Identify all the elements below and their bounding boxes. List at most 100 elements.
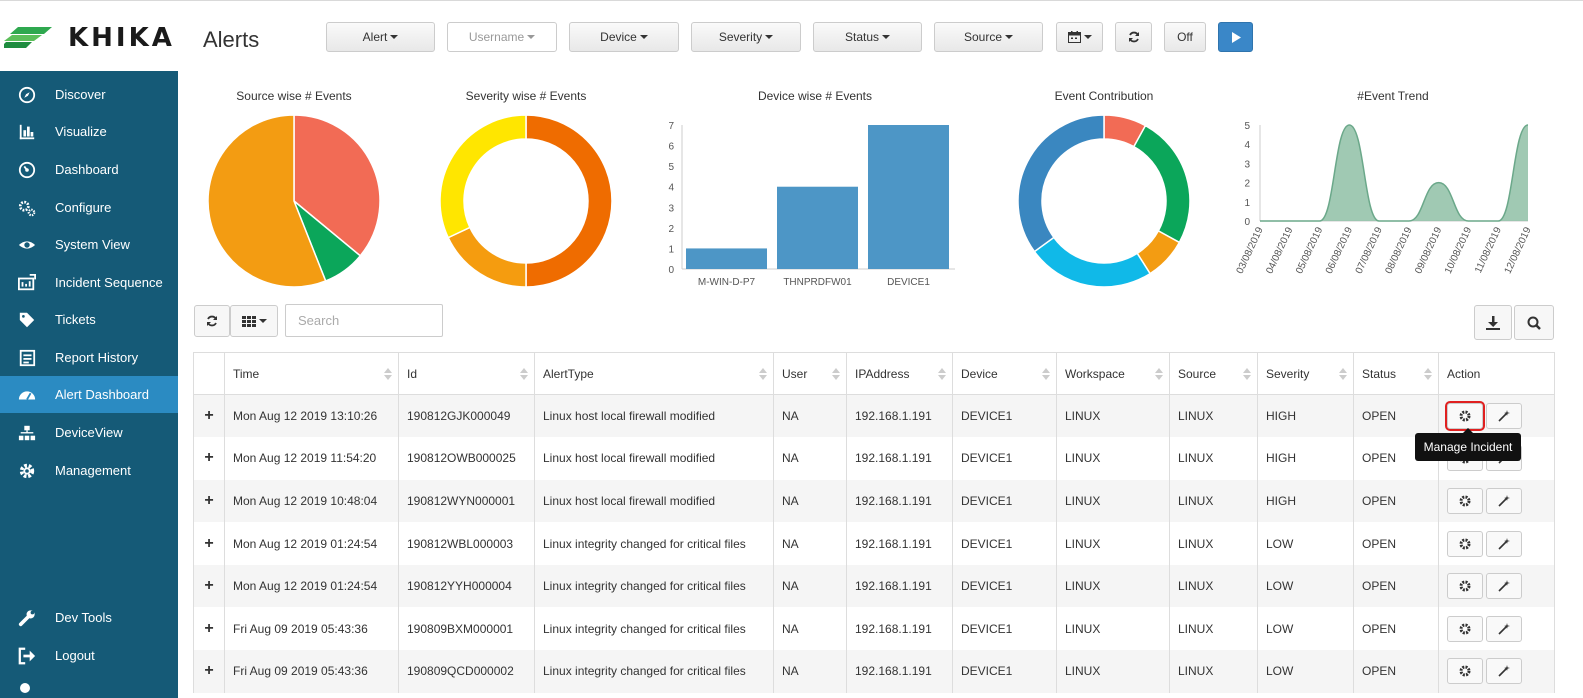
- pie-slice[interactable]: [1017, 114, 1105, 253]
- table-cell: DEVICE1: [952, 479, 1057, 523]
- col-label: Device: [961, 366, 998, 381]
- filter-username[interactable]: Username: [447, 22, 557, 52]
- sidebar-item-alert-dashboard[interactable]: Alert Dashboard: [0, 376, 178, 413]
- auto-refresh-toggle[interactable]: Off: [1164, 22, 1206, 52]
- download-button[interactable]: [1474, 305, 1512, 340]
- sidebar-item-dev-tools[interactable]: Dev Tools: [0, 599, 178, 636]
- table-cell: LINUX: [1169, 479, 1258, 523]
- columns-toggle-button[interactable]: [230, 305, 278, 337]
- sidebar-item-configure[interactable]: Configure: [0, 189, 178, 226]
- col-alerttype[interactable]: AlertType: [534, 352, 774, 395]
- sort-icon: [1339, 368, 1347, 380]
- refresh-button[interactable]: [1115, 22, 1152, 52]
- filter-status[interactable]: Status: [813, 22, 922, 52]
- y-tick-label: 0: [668, 265, 674, 276]
- edit-alert-button[interactable]: [1486, 530, 1523, 557]
- manage-incident-button[interactable]: [1447, 487, 1483, 514]
- col-label: Source: [1178, 366, 1217, 381]
- col-ipaddress[interactable]: IPAddress: [846, 352, 953, 395]
- pie-slice[interactable]: [447, 226, 527, 288]
- expand-row-icon[interactable]: +: [193, 394, 225, 438]
- edit-alert-button[interactable]: [1486, 573, 1523, 600]
- sidebar-item-incident-sequence[interactable]: Incident Sequence: [0, 264, 178, 301]
- chart-title-source: Source wise # Events: [236, 89, 352, 103]
- manage-incident-button[interactable]: [1447, 530, 1483, 557]
- filter-label: Device: [600, 30, 637, 44]
- dashboard-icon: [17, 385, 37, 405]
- sidebar-item-deviceview[interactable]: DeviceView: [0, 414, 178, 451]
- expand-row-icon[interactable]: +: [193, 607, 225, 651]
- filter-alert[interactable]: Alert: [326, 22, 435, 52]
- table-cell: OPEN: [1353, 394, 1439, 438]
- expand-row-icon[interactable]: +: [193, 564, 225, 608]
- sidebar-item-discover[interactable]: Discover: [0, 76, 178, 113]
- sidebar-item-label: Management: [55, 463, 131, 478]
- chart-title-severity: Severity wise # Events: [465, 89, 587, 103]
- sort-icon: [759, 368, 767, 380]
- sidebar-item-system-view[interactable]: System View: [0, 226, 178, 263]
- bar[interactable]: [868, 125, 949, 269]
- pie-slice[interactable]: [525, 114, 613, 288]
- manage-incident-button[interactable]: [1445, 401, 1485, 432]
- expand-row-icon[interactable]: +: [193, 650, 225, 693]
- table-cell: Linux integrity changed for critical fil…: [534, 564, 774, 608]
- expand-row-icon[interactable]: +: [193, 437, 225, 480]
- sidebar-item-management[interactable]: Management: [0, 452, 178, 489]
- bar[interactable]: [686, 248, 767, 269]
- sidebar-item-visualize[interactable]: Visualize: [0, 113, 178, 150]
- col-label: Time: [233, 366, 260, 381]
- table-refresh-button[interactable]: [194, 305, 230, 337]
- table-cell: 192.168.1.191: [846, 650, 953, 693]
- edit-alert-button[interactable]: [1486, 615, 1523, 642]
- col-user[interactable]: User: [773, 352, 847, 395]
- edit-alert-button[interactable]: [1486, 403, 1523, 430]
- play-button[interactable]: [1218, 22, 1253, 52]
- col-status[interactable]: Status: [1353, 352, 1439, 395]
- table-cell: DEVICE1: [952, 564, 1057, 608]
- caret-down-icon: [258, 319, 267, 323]
- y-tick-label: 3: [668, 203, 674, 214]
- edit-alert-button[interactable]: [1486, 658, 1523, 685]
- col-device[interactable]: Device: [952, 352, 1057, 395]
- filter-device[interactable]: Device: [569, 22, 679, 52]
- filter-severity[interactable]: Severity: [691, 22, 801, 52]
- pie-slice[interactable]: [1033, 236, 1152, 288]
- table-cell: 192.168.1.191: [846, 394, 953, 438]
- search-input[interactable]: [285, 304, 443, 337]
- y-tick-label: 4: [1244, 140, 1250, 151]
- expand-row-icon[interactable]: +: [193, 522, 225, 565]
- col-workspace[interactable]: Workspace: [1056, 352, 1170, 395]
- table-cell: OPEN: [1353, 522, 1439, 565]
- col-time[interactable]: Time: [224, 352, 399, 395]
- col-severity[interactable]: Severity: [1257, 352, 1354, 395]
- manage-incident-button[interactable]: [1447, 615, 1483, 642]
- sidebar-item-tickets[interactable]: Tickets: [0, 301, 178, 338]
- expand-row-icon[interactable]: +: [193, 479, 225, 523]
- pie-slice[interactable]: [1132, 124, 1191, 244]
- sidebar-item-logout[interactable]: Logout: [0, 637, 178, 674]
- filter-label: Severity: [718, 30, 763, 44]
- col-id[interactable]: Id: [398, 352, 535, 395]
- table-cell: NA: [773, 650, 847, 693]
- table-cell: Linux integrity changed for critical fil…: [534, 522, 774, 565]
- pie-slice[interactable]: [439, 114, 527, 239]
- sidebar-item-dashboard[interactable]: Dashboard: [0, 151, 178, 188]
- table-cell: Mon Aug 12 2019 10:48:04: [224, 479, 399, 523]
- report-icon: [17, 348, 37, 368]
- bar[interactable]: [777, 186, 858, 269]
- table-cell: 190812GJK000049: [398, 394, 535, 438]
- sidebar-item-report-history[interactable]: Report History: [0, 339, 178, 376]
- manage-incident-button[interactable]: [1447, 658, 1483, 685]
- filter-label: Status: [844, 30, 880, 44]
- search-button[interactable]: [1514, 305, 1554, 340]
- sequence-icon: [17, 273, 37, 293]
- trend-line[interactable]: [1260, 124, 1529, 222]
- y-tick-label: 1: [668, 244, 674, 255]
- caret-down-icon: [882, 35, 891, 39]
- edit-alert-button[interactable]: [1486, 487, 1523, 514]
- manage-incident-button[interactable]: [1447, 573, 1483, 600]
- date-range-button[interactable]: [1056, 22, 1103, 52]
- filter-source[interactable]: Source: [934, 22, 1043, 52]
- gears-icon: [17, 198, 37, 218]
- col-source[interactable]: Source: [1169, 352, 1258, 395]
